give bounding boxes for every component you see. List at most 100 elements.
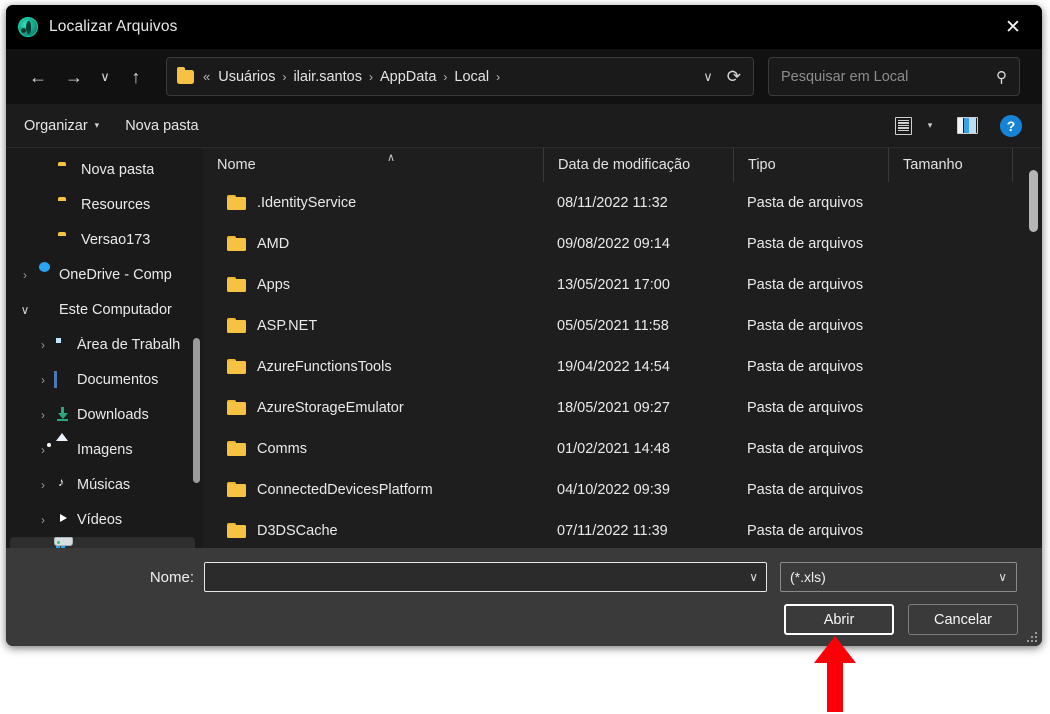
file-type: Pasta de arquivos [747, 440, 864, 457]
file-name-label: Nome: [149, 568, 194, 586]
sort-ascending-icon: ∧ [387, 152, 396, 164]
chevron-down-icon: ▾ [94, 120, 100, 130]
file-modified: 01/02/2021 14:48 [557, 440, 670, 457]
tree-item-label: Downloads [77, 406, 149, 423]
navigation-tree: Nova pasta Resources Versao173 › OneDriv… [6, 148, 203, 548]
breadcrumb-item-1[interactable]: ilair.santos [293, 69, 362, 85]
new-folder-button[interactable]: Nova pasta [125, 118, 198, 134]
close-icon[interactable]: ✕ [984, 5, 1042, 49]
folder-icon [227, 236, 246, 251]
table-row[interactable]: .IdentityService 08/11/2022 11:32 Pasta … [203, 182, 1042, 223]
back-button[interactable]: ← [20, 59, 56, 95]
chevron-right-icon[interactable]: › [32, 408, 54, 422]
address-bar[interactable]: « Usuários › ilair.santos › AppData › Lo… [166, 57, 754, 96]
breadcrumb-sep-3[interactable]: › [496, 70, 500, 84]
column-header-tipo[interactable]: Tipo [733, 148, 888, 182]
table-row[interactable]: ASP.NET 05/05/2021 11:58 Pasta de arquiv… [203, 305, 1042, 346]
tree-item-versao173[interactable]: Versao173 [10, 222, 195, 257]
forward-button[interactable]: → [56, 59, 92, 95]
table-row[interactable]: AMD 09/08/2022 09:14 Pasta de arquivos [203, 223, 1042, 264]
breadcrumb-sep-0[interactable]: › [282, 70, 286, 84]
chevron-down-icon[interactable]: ∨ [691, 69, 725, 85]
file-name-field[interactable]: ∨ [204, 562, 767, 592]
view-mode-button[interactable] [886, 111, 920, 141]
breadcrumb-item-0[interactable]: Usuários [218, 69, 275, 85]
tree-item-label: Imagens [77, 441, 133, 458]
chevron-right-icon[interactable]: › [14, 268, 36, 282]
organize-button[interactable]: Organizar ▾ [24, 118, 99, 134]
tree-item-documentos[interactable]: › Documentos [10, 362, 195, 397]
up-button[interactable]: ↑ [118, 59, 154, 95]
file-name: ConnectedDevicesPlatform [257, 481, 433, 498]
recent-locations-button[interactable]: ∨ [92, 59, 118, 95]
file-name: Comms [257, 440, 307, 457]
file-type-filter[interactable]: (*.xls) ∨ [780, 562, 1017, 592]
file-type: Pasta de arquivos [747, 522, 864, 539]
tree-item-resources[interactable]: Resources [10, 187, 195, 222]
command-bar: Organizar ▾ Nova pasta ▾ ? [6, 104, 1042, 148]
file-modified: 05/05/2021 11:58 [557, 317, 669, 334]
view-mode-dropdown[interactable]: ▾ [920, 111, 940, 141]
chevron-right-icon[interactable]: › [32, 478, 54, 492]
column-header-label: Nome [217, 157, 256, 173]
desktop-icon [54, 336, 73, 353]
file-name-cell: ASP.NET [203, 318, 543, 334]
tree-item-downloads[interactable]: › Downloads [10, 397, 195, 432]
chevron-right-icon[interactable]: › [32, 338, 54, 352]
table-row[interactable]: ConnectedDevicesPlatform 04/10/2022 09:3… [203, 469, 1042, 510]
folder-icon [227, 400, 246, 415]
downloads-icon [54, 406, 73, 423]
table-row[interactable]: D3DSCache 07/11/2022 11:39 Pasta de arqu… [203, 510, 1042, 548]
help-button[interactable]: ? [994, 111, 1028, 141]
search-box[interactable]: ⚲ [768, 57, 1020, 96]
dialog-buttons: Abrir Cancelar [6, 604, 1042, 635]
tree-item-nova-pasta[interactable]: Nova pasta [10, 152, 195, 187]
tree-item-label: Resources [81, 196, 151, 213]
folder-icon [58, 196, 77, 213]
tree-item-label: Documentos [77, 371, 159, 388]
chevron-down-icon: ∨ [998, 570, 1007, 584]
breadcrumb-overflow[interactable]: « [203, 69, 210, 84]
tree-scrollbar-thumb[interactable] [193, 338, 200, 483]
search-input[interactable] [781, 68, 996, 85]
chevron-down-icon[interactable]: ∨ [14, 303, 36, 317]
breadcrumb-sep-2[interactable]: › [443, 70, 447, 84]
open-button[interactable]: Abrir [784, 604, 894, 635]
column-header-nome[interactable]: Nome ∧ [203, 148, 543, 182]
tree-item-imagens[interactable]: › Imagens [10, 432, 195, 467]
pictures-icon [54, 441, 73, 458]
chevron-right-icon[interactable]: › [32, 373, 54, 387]
tree-item-musicas[interactable]: › Músicas [10, 467, 195, 502]
column-header-tamanho[interactable]: Tamanho [888, 148, 1013, 182]
table-row[interactable]: AzureStorageEmulator 18/05/2021 09:27 Pa… [203, 387, 1042, 428]
chevron-down-icon[interactable]: ∨ [741, 570, 758, 584]
folder-icon [227, 523, 246, 538]
table-row[interactable]: AzureFunctionsTools 19/04/2022 14:54 Pas… [203, 346, 1042, 387]
preview-pane-button[interactable] [950, 111, 984, 141]
file-list-scrollbar-thumb[interactable] [1029, 170, 1038, 232]
breadcrumb-item-3[interactable]: Local [454, 69, 489, 85]
folder-icon [227, 277, 246, 292]
file-name-cell: AzureStorageEmulator [203, 400, 543, 416]
tree-item-area-de-trabalho[interactable]: › Área de Trabalh [10, 327, 195, 362]
breadcrumb-sep-1[interactable]: › [369, 70, 373, 84]
cancel-button[interactable]: Cancelar [908, 604, 1018, 635]
column-header-data-de-modificacao[interactable]: Data de modificação [543, 148, 733, 182]
table-row[interactable]: Comms 01/02/2021 14:48 Pasta de arquivos [203, 428, 1042, 469]
refresh-icon[interactable]: ⟳ [725, 67, 747, 87]
tree-item-label: Área de Trabalh [77, 336, 181, 353]
table-row[interactable]: Apps 13/05/2021 17:00 Pasta de arquivos [203, 264, 1042, 305]
file-name: AzureFunctionsTools [257, 358, 392, 375]
chevron-right-icon[interactable]: › [32, 513, 54, 527]
search-icon: ⚲ [996, 68, 1007, 86]
tree-item-onedrive[interactable]: › OneDrive - Comp [10, 257, 195, 292]
resize-grip-icon[interactable] [1025, 630, 1037, 642]
tree-item-videos[interactable]: › Vídeos [10, 502, 195, 537]
tree-item-windows-c[interactable]: › Windows (C:) [10, 537, 195, 548]
breadcrumb-item-2[interactable]: AppData [380, 69, 436, 85]
file-name: AMD [257, 235, 290, 252]
tree-item-label: Músicas [77, 476, 131, 493]
title-bar: Localizar Arquivos ✕ [6, 5, 1042, 49]
file-name-input[interactable] [213, 569, 742, 585]
tree-item-este-computador[interactable]: ∨ Este Computador [10, 292, 195, 327]
